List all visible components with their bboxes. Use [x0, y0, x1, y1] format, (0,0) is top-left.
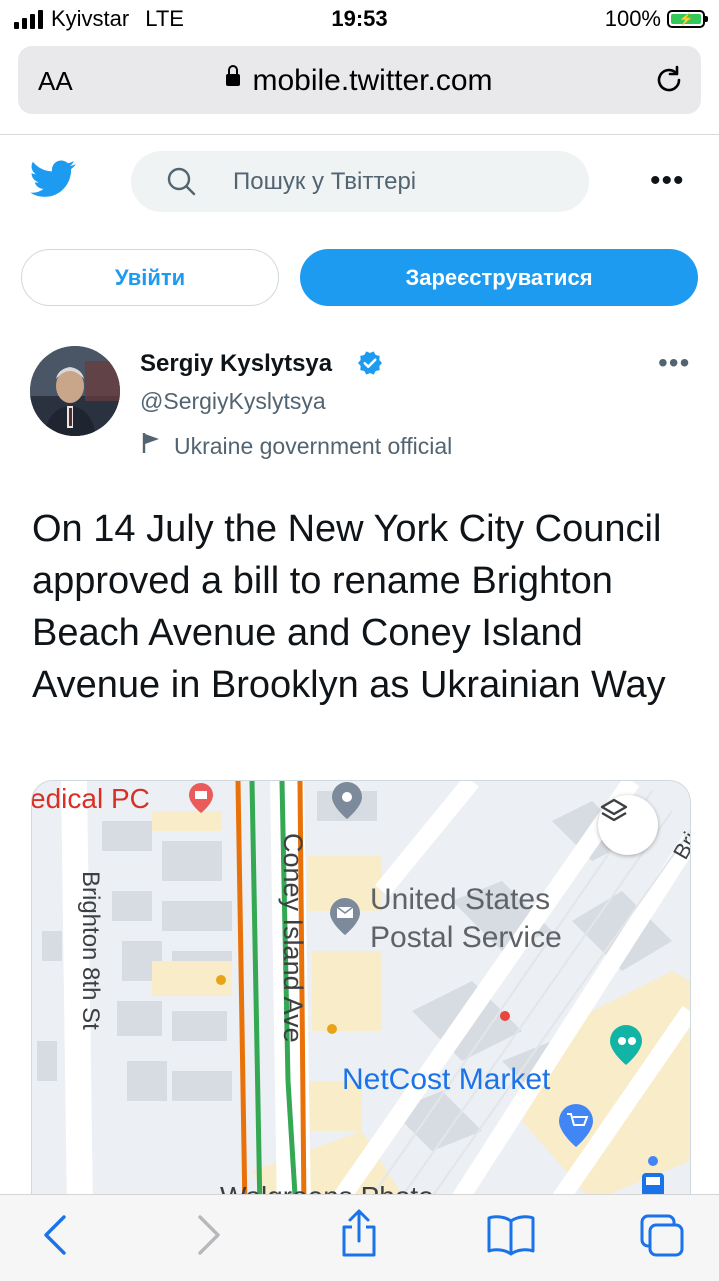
avatar[interactable]	[30, 346, 120, 436]
author-handle[interactable]: @SergiyKyslytsya	[140, 388, 326, 415]
map-label-usps-line1: United States	[370, 883, 551, 916]
map-label-brighton-8th: Brighton 8th St	[77, 871, 104, 1030]
map-label-netcost: NetCost Market	[342, 1063, 551, 1096]
tweet-more-icon[interactable]: •••	[658, 349, 690, 377]
verified-badge-icon	[356, 349, 384, 382]
more-options-icon[interactable]: •••	[650, 166, 685, 196]
tabs-icon[interactable]	[638, 1213, 686, 1264]
layers-icon	[600, 798, 628, 822]
flag-icon	[140, 431, 162, 461]
map-layers-button[interactable]	[598, 795, 658, 855]
government-label-text: Ukraine government official	[174, 432, 453, 459]
url-field[interactable]: mobile.twitter.com	[18, 64, 701, 98]
map-card[interactable]: edical PC Brighton 8th St Coney Island A…	[31, 780, 691, 1211]
twitter-bird-icon[interactable]	[30, 160, 76, 203]
map-background	[32, 781, 690, 1211]
author-name[interactable]: Sergiy Kyslytsya	[140, 350, 332, 378]
search-placeholder: Пошук у Твіттері	[233, 168, 417, 195]
bookmarks-icon[interactable]	[486, 1213, 536, 1262]
map-label-usps: United States Postal Service	[370, 881, 562, 957]
battery-percent: 100%	[604, 6, 661, 31]
government-label: Ukraine government official	[140, 431, 452, 461]
login-button[interactable]: Увійти	[21, 249, 279, 306]
back-icon[interactable]	[40, 1213, 70, 1262]
tweet-text: On 14 July the New York City Council app…	[32, 508, 666, 706]
reload-icon[interactable]	[653, 64, 685, 101]
map-label-coney-island-ave: Coney Island Ave	[278, 833, 308, 1043]
signup-button[interactable]: Зареєструватися	[300, 249, 698, 306]
browser-toolbar	[0, 1194, 719, 1281]
battery-charging-icon: ⚡	[667, 10, 708, 28]
map-label-usps-line2: Postal Service	[370, 921, 562, 954]
divider	[0, 134, 719, 135]
map-label-medical: edical PC	[31, 783, 150, 814]
search-icon	[167, 167, 197, 202]
url-text: mobile.twitter.com	[252, 64, 493, 97]
status-bar: Kyivstar LTE 19:53 100% ⚡	[0, 0, 719, 40]
address-bar[interactable]: AA mobile.twitter.com	[18, 46, 701, 114]
search-input[interactable]: Пошук у Твіттері	[131, 151, 589, 212]
lock-icon	[226, 65, 241, 87]
forward-icon[interactable]	[194, 1213, 224, 1262]
share-icon[interactable]	[338, 1209, 380, 1264]
